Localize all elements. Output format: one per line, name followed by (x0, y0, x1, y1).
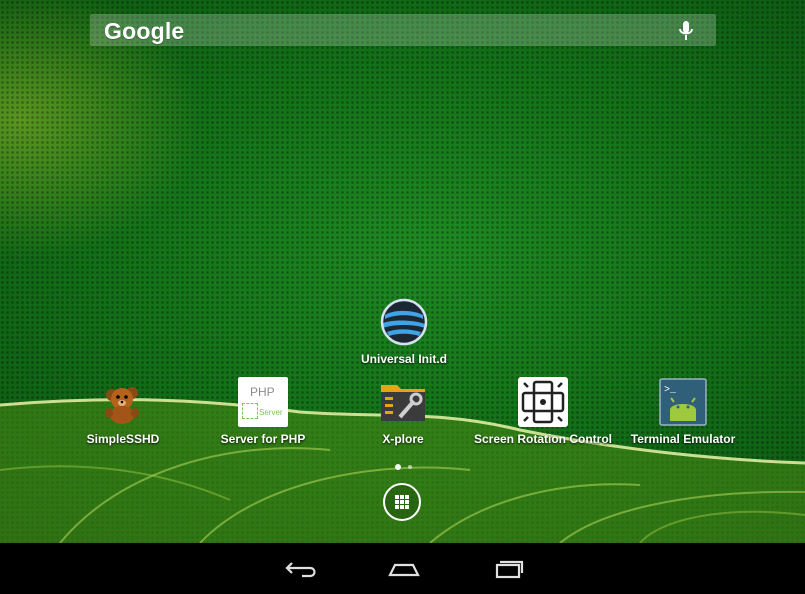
app-terminal-emulator[interactable]: >_ Terminal Emulator (608, 377, 758, 446)
app-label: Universal Init.d (360, 352, 448, 366)
page-indicator (395, 464, 419, 470)
app-xplore[interactable]: X-plore (328, 377, 478, 446)
app-label: Screen Rotation Control (473, 432, 612, 446)
app-drawer-button[interactable] (383, 483, 421, 521)
app-drawer-icon (395, 495, 409, 509)
app-server-for-php[interactable]: PHP Server Server for PHP (188, 377, 338, 446)
wallpaper-leaf (0, 398, 805, 543)
server-icon-text: Server (259, 408, 283, 417)
php-server-icon: PHP Server (238, 377, 288, 427)
xplore-folder-icon (378, 377, 428, 427)
page-dot-active (395, 464, 401, 470)
page-dot (408, 465, 412, 469)
teddy-bear-icon (98, 377, 148, 427)
microphone-icon[interactable] (678, 20, 694, 42)
app-label: SimpleSSHD (86, 432, 160, 446)
svg-text:>_: >_ (664, 385, 677, 396)
app-label: Server for PHP (220, 432, 306, 446)
terminal-emulator-icon: >_ (658, 377, 708, 427)
app-label: Terminal Emulator (630, 432, 736, 446)
universal-initd-icon (379, 297, 429, 347)
app-screen-rotation-control[interactable]: Screen Rotation Control (468, 377, 618, 446)
google-search-bar[interactable]: Google (90, 14, 716, 46)
home-icon[interactable] (382, 551, 426, 585)
wallpaper (0, 0, 805, 543)
screen-rotation-icon (518, 377, 568, 427)
back-icon[interactable] (278, 551, 322, 585)
app-universal-initd[interactable]: Universal Init.d (329, 297, 479, 366)
google-logo: Google (104, 18, 185, 44)
php-icon-text: PHP (250, 385, 275, 399)
app-simplesshd[interactable]: SimpleSSHD (48, 377, 198, 446)
navigation-bar (0, 543, 805, 594)
recent-apps-icon[interactable] (487, 551, 531, 585)
app-label: X-plore (382, 432, 424, 446)
